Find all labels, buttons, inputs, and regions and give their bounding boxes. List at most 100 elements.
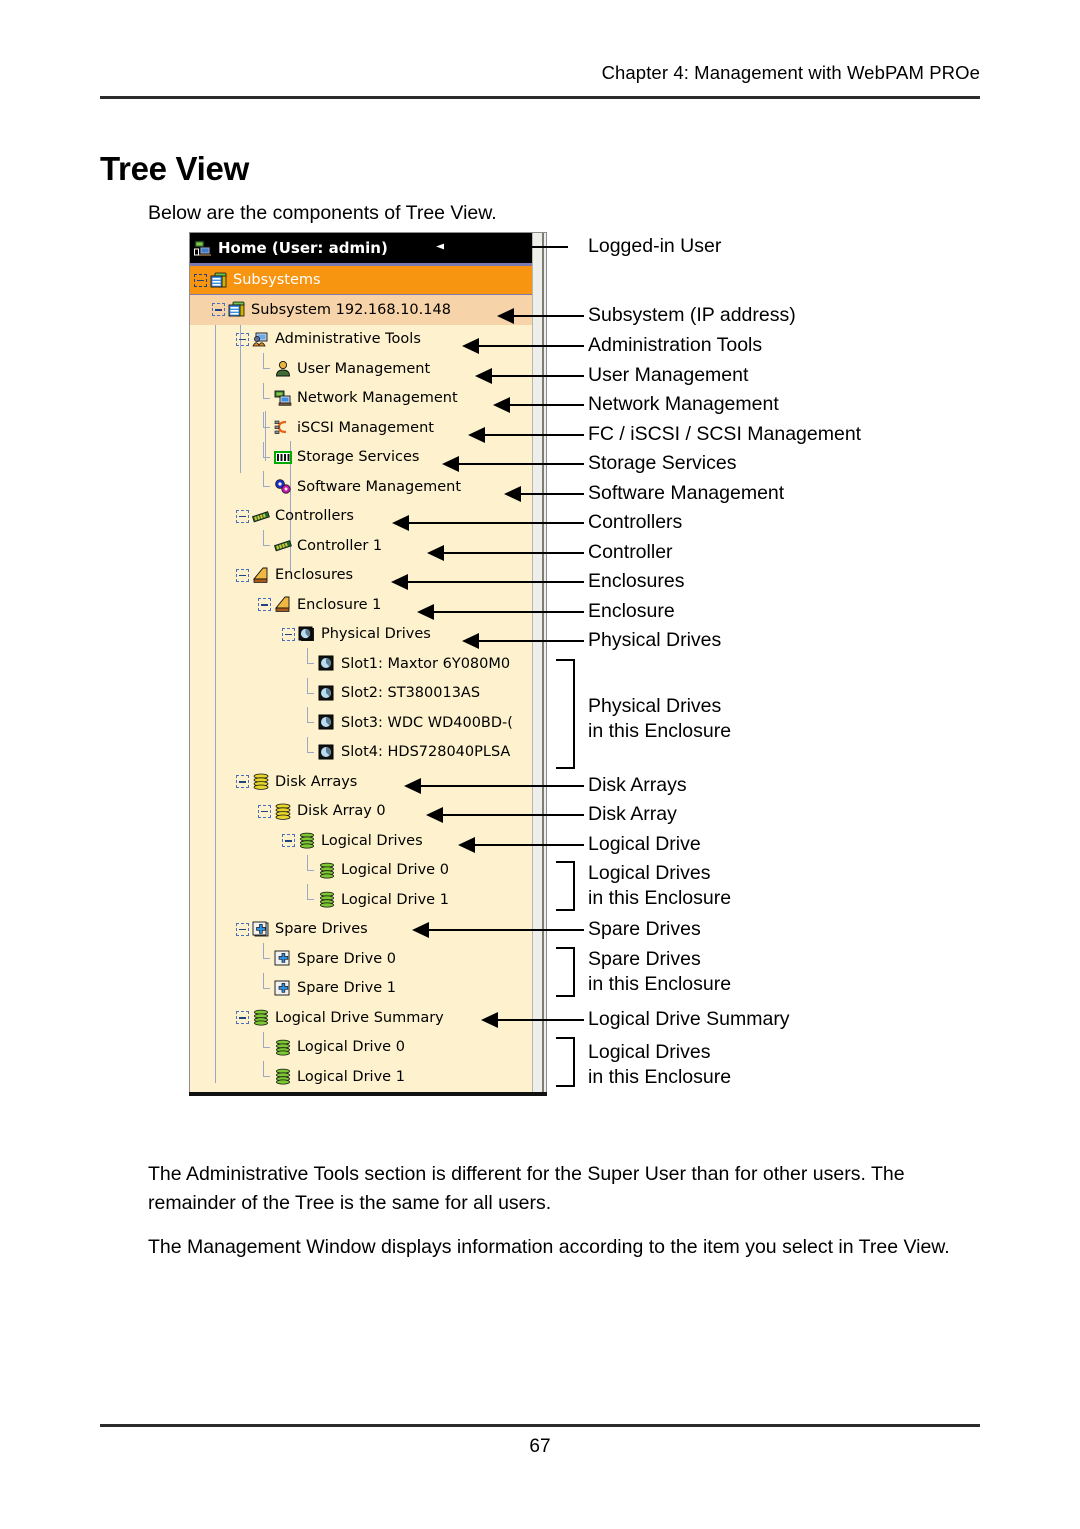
tree-node-physical-drive-slot3[interactable]: Slot3: WDC WD400BD-( xyxy=(190,707,546,738)
tree-node-label: Disk Arrays xyxy=(275,773,358,790)
controller-icon xyxy=(252,508,270,525)
collapse-toggle-icon[interactable] xyxy=(258,598,271,612)
intro-text: Below are the components of Tree View. xyxy=(148,201,497,224)
running-head: Chapter 4: Management with WebPAM PROe xyxy=(601,62,980,83)
physical-drive-icon xyxy=(318,655,336,672)
annotation-11: Enclosure xyxy=(588,600,675,622)
collapse-toggle-icon[interactable] xyxy=(236,775,249,789)
physical-drive-icon xyxy=(318,685,336,702)
tree-elbow xyxy=(258,471,271,493)
tree-node-label: Storage Services xyxy=(297,449,420,466)
tree-node-label: Slot3: WDC WD400BD-( xyxy=(341,714,513,731)
tree-node-physical-drive-slot2[interactable]: Slot2: ST380013AS xyxy=(190,677,546,709)
logical-drive-icon xyxy=(298,832,316,849)
tree-elbow xyxy=(258,530,271,552)
tree-node-enclosures[interactable]: Enclosures xyxy=(190,561,546,591)
collapse-toggle-icon[interactable] xyxy=(194,273,207,287)
tree-elbow xyxy=(258,441,271,464)
home-icon xyxy=(194,240,212,257)
tree-node-subsystems[interactable]: Subsystems xyxy=(190,265,546,295)
tree-node-label: Spare Drives xyxy=(275,921,368,938)
subsystem-icon xyxy=(228,301,246,318)
tree-node-software-management[interactable]: Software Management xyxy=(190,471,546,502)
annotation-14: Disk Arrays xyxy=(588,774,687,796)
spare-drive-icon xyxy=(252,921,270,938)
tree-node-label: Slot2: ST380013AS xyxy=(341,685,481,702)
tree-node-summary-logical-drive-0[interactable]: Logical Drive 0 xyxy=(190,1031,546,1063)
collapse-toggle-icon[interactable] xyxy=(236,509,249,523)
tree-node-subsystem-ip[interactable]: Subsystem 192.168.10.148 xyxy=(190,295,546,325)
annotation-17: Logical Drives in this Enclosure xyxy=(588,862,732,909)
enclosure-icon xyxy=(274,596,292,613)
tree-node-logical-drive-1[interactable]: Logical Drive 1 xyxy=(190,884,546,915)
tree-node-logical-drives[interactable]: Logical Drives xyxy=(190,826,546,856)
logical-drive-icon xyxy=(274,1068,292,1085)
tree-node-summary-logical-drive-1[interactable]: Logical Drive 1 xyxy=(190,1061,546,1092)
physical-drive-icon xyxy=(318,714,336,731)
tree-node-label: Subsystem 192.168.10.148 xyxy=(251,301,451,318)
collapse-toggle-icon[interactable] xyxy=(236,332,249,346)
subsystems-icon xyxy=(210,272,228,289)
tree-node-controllers[interactable]: Controllers xyxy=(190,502,546,532)
logical-drive-icon xyxy=(274,1039,292,1056)
annotation-9: Controller xyxy=(588,541,673,563)
annotation-20: Logical Drive Summary xyxy=(588,1008,790,1030)
tree-node-disk-array-0[interactable]: Disk Array 0 xyxy=(190,797,546,827)
collapse-toggle-icon[interactable] xyxy=(258,804,271,818)
collapse-toggle-icon[interactable] xyxy=(282,627,295,641)
tree-node-disk-arrays[interactable]: Disk Arrays xyxy=(190,767,546,797)
bracket-physical-drives xyxy=(556,659,575,769)
tree-node-spare-drive-0[interactable]: Spare Drive 0 xyxy=(190,943,546,974)
logical-drive-icon xyxy=(252,1009,270,1026)
collapse-toggle-icon[interactable] xyxy=(282,834,295,848)
tree-node-label: Logical Drive 0 xyxy=(297,1039,405,1056)
paragraph-management-window: The Management Window displays informati… xyxy=(148,1235,950,1258)
tree-elbow xyxy=(258,382,271,405)
tree-node-controller-1[interactable]: Controller 1 xyxy=(190,530,546,561)
collapse-toggle-icon[interactable] xyxy=(236,922,249,936)
annotation-18: Spare Drives xyxy=(588,918,701,940)
tree-node-label: Subsystems xyxy=(233,272,321,288)
tree-node-label: iSCSI Management xyxy=(297,419,434,436)
annotation-10: Enclosures xyxy=(588,570,685,592)
tree-header-home[interactable]: Home (User: admin) xyxy=(190,233,546,265)
tree-node-user-management[interactable]: User Management xyxy=(190,353,546,384)
controller-icon xyxy=(274,537,292,554)
tree-node-label: Software Management xyxy=(297,478,462,495)
tree-node-network-management[interactable]: Network Management xyxy=(190,382,546,414)
tree-elbow xyxy=(302,854,315,877)
tree-node-logical-drive-summary[interactable]: Logical Drive Summary xyxy=(190,1003,546,1033)
tree-node-storage-services[interactable]: Storage Services xyxy=(190,441,546,473)
tree-header-label: Home (User: admin) xyxy=(218,239,388,257)
tree-node-physical-drive-slot4[interactable]: Slot4: HDS728040PLSA xyxy=(190,736,546,768)
collapse-toggle-icon[interactable] xyxy=(236,1011,249,1025)
tree-node-physical-drives[interactable]: Physical Drives xyxy=(190,620,546,650)
footer-rule xyxy=(100,1424,980,1427)
tree-node-iscsi-management[interactable]: iSCSI Management xyxy=(190,412,546,443)
header-rule xyxy=(100,96,980,99)
tree-node-administrative-tools[interactable]: Administrative Tools xyxy=(190,325,546,355)
collapse-toggle-icon[interactable] xyxy=(236,568,249,582)
enclosure-icon xyxy=(252,567,270,584)
tree-node-label: Physical Drives xyxy=(321,626,431,643)
paragraph-admin-tools: The Administrative Tools section is diff… xyxy=(148,1162,905,1214)
tree-elbow xyxy=(258,972,271,995)
tree-elbow xyxy=(302,884,315,906)
tree-node-logical-drive-0[interactable]: Logical Drive 0 xyxy=(190,854,546,886)
bracket-summary-logical-drives xyxy=(556,1037,575,1087)
admin-tools-icon xyxy=(252,331,270,348)
tree-view-panel[interactable]: Home (User: admin) Subsystems Subsystem … xyxy=(189,232,547,1094)
tree-node-spare-drives[interactable]: Spare Drives xyxy=(190,915,546,945)
tree-node-enclosure-1[interactable]: Enclosure 1 xyxy=(190,590,546,620)
tree-node-spare-drive-1[interactable]: Spare Drive 1 xyxy=(190,972,546,1004)
annotation-6: Storage Services xyxy=(588,452,737,474)
tree-scrollbar[interactable] xyxy=(532,233,546,1093)
bracket-logical-drives xyxy=(556,861,575,911)
tree-node-physical-drive-slot1[interactable]: Slot1: Maxtor 6Y080M0 xyxy=(190,648,546,679)
tree-elbow xyxy=(258,1061,271,1083)
collapse-toggle-icon[interactable] xyxy=(212,303,225,317)
bracket-spare-drives xyxy=(556,947,575,997)
tree-node-label: Network Management xyxy=(297,390,458,407)
spare-drive-icon xyxy=(274,950,292,967)
page-title: Tree View xyxy=(100,150,249,188)
